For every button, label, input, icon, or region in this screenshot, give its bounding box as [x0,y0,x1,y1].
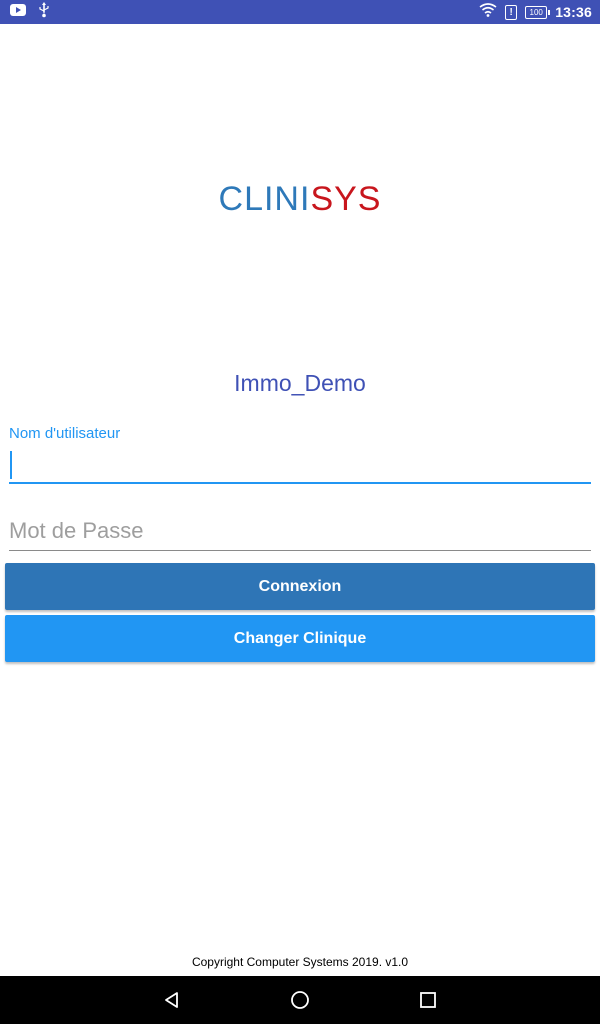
clock: 13:36 [555,4,592,20]
username-input[interactable] [9,446,591,484]
clinic-name: Immo_Demo [234,370,366,396]
logo-part-clini: CLINI [218,180,311,218]
navigation-bar [0,976,600,1024]
logo-part-sys: SYS [310,180,382,218]
alert-icon: ! [505,4,518,20]
wifi-icon [479,2,497,22]
username-label: Nom d'utilisateur [9,425,121,442]
password-input[interactable] [9,512,591,551]
login-screen: ! 100 13:36 CLINISYS Immo_Demo Nom d'uti… [0,0,600,1024]
change-clinic-button[interactable]: Changer Clinique [5,615,595,662]
recents-icon[interactable] [416,988,440,1012]
clinisys-logo: CLINISYS [0,180,600,219]
youtube-icon [10,3,26,21]
text-cursor [10,451,12,479]
status-bar: ! 100 13:36 [0,0,600,24]
copyright-text: Copyright Computer Systems 2019. v1.0 [191,955,409,969]
back-icon[interactable] [160,988,184,1012]
connexion-button[interactable]: Connexion [5,563,595,610]
usb-icon [38,1,50,23]
home-icon[interactable] [288,988,312,1012]
battery-icon: 100 [525,5,551,19]
